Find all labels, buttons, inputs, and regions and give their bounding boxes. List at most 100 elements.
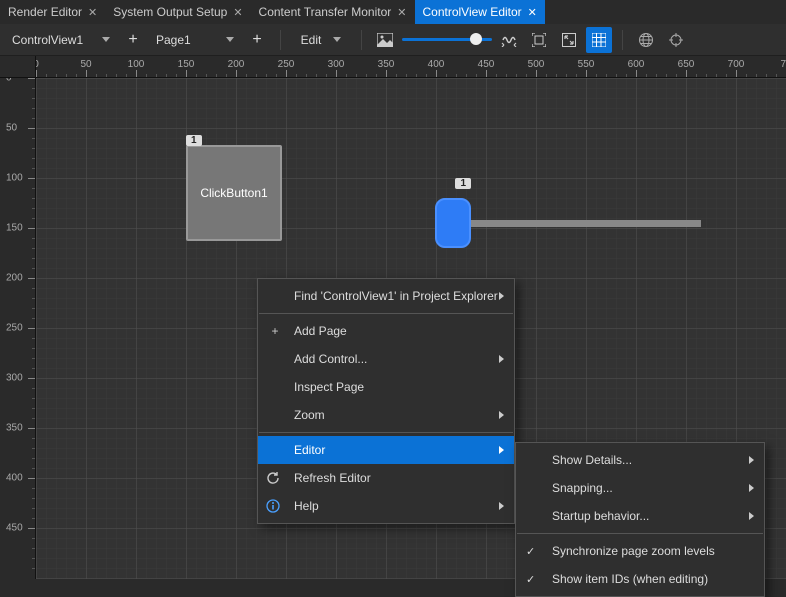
editor-submenu: Show Details... Snapping... Startup beha…	[515, 442, 765, 597]
tab-render-editor[interactable]: Render Editor ✕	[0, 0, 105, 24]
tab-label: ControlView Editor	[423, 5, 522, 19]
mode-select-label: Edit	[301, 33, 322, 47]
menu-separator	[259, 432, 513, 433]
ruler-label: 400	[6, 473, 23, 484]
submenu-arrow-icon	[499, 355, 504, 363]
menu-label: Show item IDs (when editing)	[552, 572, 708, 586]
plus-icon: +	[128, 31, 137, 49]
ruler-label: 200	[6, 273, 23, 284]
chevron-down-icon	[333, 37, 341, 42]
ruler-label: 400	[428, 59, 445, 70]
mode-select[interactable]: Edit	[291, 28, 351, 52]
view-select[interactable]: ControlView1	[6, 28, 116, 52]
submenu-arrow-icon	[499, 411, 504, 419]
slider-thumb[interactable]: 1	[435, 198, 471, 248]
zoom-slider[interactable]	[402, 38, 492, 41]
expand-icon[interactable]	[556, 27, 582, 53]
submenu-arrow-icon	[749, 484, 754, 492]
menu-editor[interactable]: Editor	[258, 436, 514, 464]
ruler-corner	[0, 56, 36, 78]
menu-add-control[interactable]: Add Control...	[258, 345, 514, 373]
ruler-label: 450	[478, 59, 495, 70]
menu-label: Refresh Editor	[294, 471, 371, 485]
menu-help[interactable]: Help	[258, 492, 514, 520]
close-icon[interactable]: ✕	[88, 6, 97, 19]
submenu-show-ids[interactable]: ✓ Show item IDs (when editing)	[516, 565, 764, 593]
separator	[280, 30, 281, 50]
ruler-label: 350	[378, 59, 395, 70]
tab-system-output[interactable]: System Output Setup ✕	[105, 0, 250, 24]
ruler-label: 250	[278, 59, 295, 70]
fit-icon[interactable]	[526, 27, 552, 53]
ruler-label: 150	[6, 223, 23, 234]
menu-add-page[interactable]: + Add Page	[258, 317, 514, 345]
menu-refresh[interactable]: Refresh Editor	[258, 464, 514, 492]
item-id-badge: 1	[455, 178, 471, 189]
view-select-label: ControlView1	[12, 33, 83, 47]
tab-label: System Output Setup	[113, 5, 227, 19]
close-icon[interactable]: ✕	[528, 6, 537, 19]
canvas-click-button[interactable]: 1 ClickButton1	[186, 145, 282, 241]
ruler-label: 500	[528, 59, 545, 70]
ruler-label: 0	[36, 59, 39, 70]
canvas-slider-control[interactable]: 1	[435, 198, 701, 248]
check-icon: ✓	[526, 573, 535, 586]
menu-label: Synchronize page zoom levels	[552, 544, 715, 558]
menu-label: Help	[294, 499, 319, 513]
menu-separator	[259, 313, 513, 314]
slider-track	[469, 220, 701, 227]
menu-label: Zoom	[294, 408, 325, 422]
chevron-down-icon	[226, 37, 234, 42]
tab-label: Content Transfer Monitor	[259, 5, 392, 19]
submenu-sync-zoom[interactable]: ✓ Synchronize page zoom levels	[516, 537, 764, 565]
close-icon[interactable]: ✕	[233, 6, 242, 19]
menu-label: Add Page	[294, 324, 347, 338]
item-id-badge: 1	[186, 135, 202, 146]
tab-content-transfer[interactable]: Content Transfer Monitor ✕	[251, 0, 415, 24]
menu-zoom[interactable]: Zoom	[258, 401, 514, 429]
menu-label: Editor	[294, 443, 325, 457]
submenu-snapping[interactable]: Snapping...	[516, 474, 764, 502]
tab-controlview-editor[interactable]: ControlView Editor ✕	[415, 0, 545, 24]
submenu-arrow-icon	[499, 502, 504, 510]
menu-label: Inspect Page	[294, 380, 364, 394]
page-select[interactable]: Page1	[150, 28, 240, 52]
target-icon[interactable]	[663, 27, 689, 53]
separator	[622, 30, 623, 50]
submenu-arrow-icon	[749, 512, 754, 520]
submenu-arrow-icon	[499, 446, 504, 454]
plus-icon: +	[266, 324, 284, 338]
submenu-startup[interactable]: Startup behavior...	[516, 502, 764, 530]
plus-icon: +	[252, 31, 261, 49]
ruler-label: 100	[6, 173, 23, 184]
ruler-label: 350	[6, 423, 23, 434]
submenu-arrow-icon	[749, 456, 754, 464]
globe-icon[interactable]	[633, 27, 659, 53]
add-view-button[interactable]: +	[120, 27, 146, 53]
menu-find[interactable]: Find 'ControlView1' in Project Explorer	[258, 282, 514, 310]
tab-bar: Render Editor ✕ System Output Setup ✕ Co…	[0, 0, 786, 24]
menu-separator	[517, 533, 763, 534]
menu-inspect-page[interactable]: Inspect Page	[258, 373, 514, 401]
ruler-label: 75	[780, 59, 786, 70]
menu-label: Show Details...	[552, 453, 632, 467]
slider-track	[402, 38, 492, 41]
menu-label: Startup behavior...	[552, 509, 649, 523]
ruler-label: 300	[328, 59, 345, 70]
menu-label: Add Control...	[294, 352, 367, 366]
ruler-label: 600	[628, 59, 645, 70]
ruler-label: 300	[6, 373, 23, 384]
slider-thumb[interactable]	[470, 33, 482, 45]
close-icon[interactable]: ✕	[397, 6, 406, 19]
submenu-show-details[interactable]: Show Details...	[516, 446, 764, 474]
check-icon: ✓	[526, 545, 535, 558]
macro-icon[interactable]	[496, 27, 522, 53]
add-page-button[interactable]: +	[244, 27, 270, 53]
ruler-label: 100	[128, 59, 145, 70]
image-icon[interactable]	[372, 27, 398, 53]
ruler-label: 0	[6, 78, 12, 84]
chevron-down-icon	[102, 37, 110, 42]
refresh-icon	[266, 471, 284, 485]
grid-toggle[interactable]	[586, 27, 612, 53]
ruler-label: 450	[6, 523, 23, 534]
